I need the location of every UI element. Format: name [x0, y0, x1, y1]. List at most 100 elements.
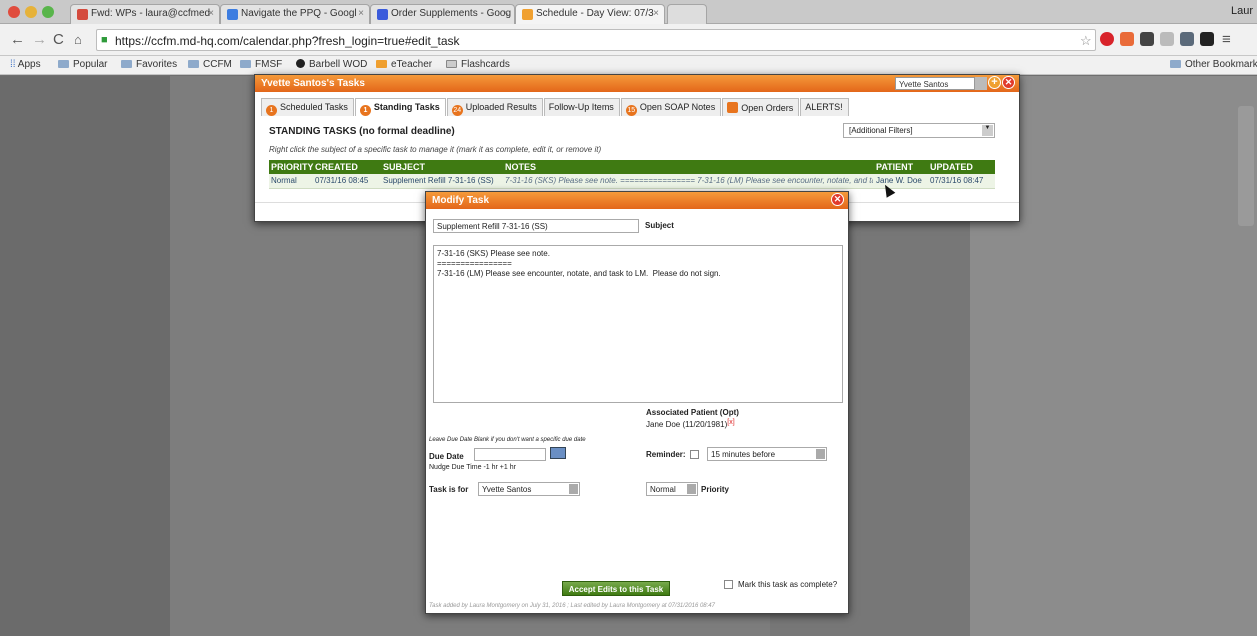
nudge-due-time[interactable]: Nudge Due Time -1 hr +1 hr: [429, 464, 516, 471]
address-toolbar: ← → C ⌂ ■ https://ccfm.md-hq.com/calendar…: [0, 24, 1257, 56]
folder-icon: [240, 60, 251, 68]
col-notes[interactable]: NOTES: [505, 162, 536, 172]
due-date-input[interactable]: [474, 448, 546, 461]
browser-tab-order[interactable]: Order Supplements - Goog ×: [370, 4, 515, 24]
reload-icon[interactable]: C: [53, 31, 64, 48]
table-header: PRIORITY CREATED SUBJECT NOTES PATIENT U…: [269, 160, 995, 174]
cell-subject[interactable]: Supplement Refill 7-31-16 (SS): [383, 176, 494, 185]
close-icon[interactable]: ✕: [1002, 76, 1015, 89]
task-for-label: Task is for: [429, 485, 469, 494]
extension-icon[interactable]: [1160, 32, 1174, 46]
mark-complete-checkbox[interactable]: [724, 580, 733, 589]
minimize-window-icon[interactable]: [25, 6, 37, 18]
user-select[interactable]: Yvette Santos: [895, 77, 975, 90]
assoc-patient-value: Jane Doe (11/20/1981)[x]: [646, 419, 735, 429]
section-title: STANDING TASKS (no formal deadline): [269, 126, 455, 137]
bookmark-fmsf[interactable]: FMSF: [240, 59, 282, 70]
accept-edits-button[interactable]: Accept Edits to this Task: [562, 581, 670, 596]
subject-label: Subject: [645, 221, 674, 230]
bookmark-flashcards[interactable]: Flashcards: [446, 59, 510, 70]
additional-filters-select[interactable]: [Additional Filters] ▼: [843, 123, 995, 138]
close-tab-icon[interactable]: ×: [358, 8, 364, 19]
modify-task-dialog: Modify Task ✕ Supplement Refill 7-31-16 …: [425, 191, 849, 614]
bookmark-other[interactable]: Other Bookmarks: [1170, 59, 1257, 70]
menu-icon[interactable]: ≡: [1222, 31, 1231, 48]
close-icon[interactable]: ✕: [831, 193, 844, 206]
chevron-down-icon: ▼: [982, 125, 993, 136]
zoom-window-icon[interactable]: [42, 6, 54, 18]
tab-standing-tasks[interactable]: 1 Standing Tasks: [354, 98, 446, 116]
col-subject[interactable]: SUBJECT: [383, 162, 425, 172]
add-icon[interactable]: +: [988, 76, 1001, 89]
home-icon[interactable]: ⌂: [74, 32, 82, 47]
extension-icon[interactable]: [1180, 32, 1194, 46]
new-tab-button[interactable]: [667, 4, 707, 24]
bookmark-ccfm[interactable]: CCFM: [188, 59, 232, 70]
bookmark-popular[interactable]: Popular: [58, 59, 107, 70]
col-updated[interactable]: UPDATED: [930, 162, 973, 172]
tab-scheduled-tasks[interactable]: 1 Scheduled Tasks: [261, 98, 354, 116]
profile-name[interactable]: Laur: [1231, 5, 1253, 17]
modify-task-header: Modify Task ✕: [426, 192, 848, 209]
folder-icon: [121, 60, 132, 68]
remove-patient-icon[interactable]: [x]: [727, 419, 734, 426]
tab-alerts[interactable]: ALERTS!: [800, 98, 849, 116]
count-badge: 1: [266, 105, 277, 116]
extension-icon[interactable]: [1120, 32, 1134, 46]
docs-icon: [377, 9, 388, 20]
bookmark-apps[interactable]: ⁞⁞ Apps: [10, 59, 41, 70]
count-badge: 15: [625, 105, 637, 116]
tab-open-orders[interactable]: Open Orders: [722, 98, 800, 116]
forward-icon[interactable]: →: [32, 31, 47, 48]
folder-icon: [58, 60, 69, 68]
subject-input[interactable]: Supplement Refill 7-31-16 (SS): [433, 219, 639, 233]
reminder-select[interactable]: 15 minutes before: [707, 447, 827, 461]
tasks-panel-header: Yvette Santos's Tasks Yvette Santos + ✕: [255, 75, 1019, 92]
browser-tab-ppq[interactable]: Navigate the PPQ - Googl ×: [220, 4, 370, 24]
notes-textarea[interactable]: 7-31-16 (SKS) Please see note. =========…: [433, 245, 843, 403]
tab-uploaded-results[interactable]: 24 Uploaded Results: [446, 98, 543, 116]
priority-select[interactable]: Normal: [646, 482, 698, 496]
assoc-patient-label: Associated Patient (Opt): [646, 408, 739, 417]
due-date-label: Due Date: [429, 452, 464, 461]
drive-icon: [227, 9, 238, 20]
cell-notes: 7-31-16 (SKS) Please see note. =========…: [505, 176, 873, 185]
calendar-icon[interactable]: [550, 447, 566, 459]
bookmarks-bar: ⁞⁞ Apps Popular Favorites CCFM FMSF Barb…: [0, 56, 1257, 75]
cell-patient[interactable]: Jane W. Doe: [876, 176, 922, 185]
count-badge: 24: [451, 105, 463, 116]
tab-follow-up-items[interactable]: Follow-Up Items: [543, 98, 620, 116]
close-tab-icon[interactable]: ×: [503, 8, 509, 19]
pinterest-icon[interactable]: [1100, 32, 1114, 46]
col-patient[interactable]: PATIENT: [876, 162, 913, 172]
bookmark-barbell-wod[interactable]: Barbell WOD: [296, 59, 367, 70]
col-created[interactable]: CREATED: [315, 162, 358, 172]
reminder-checkbox[interactable]: [690, 450, 699, 459]
cell-priority: Normal: [271, 176, 297, 185]
task-for-select[interactable]: Yvette Santos: [478, 482, 580, 496]
close-window-icon[interactable]: [8, 6, 20, 18]
side-scroll-tab[interactable]: [1238, 106, 1254, 226]
close-tab-icon[interactable]: ×: [653, 8, 659, 19]
user-select-arrow-icon[interactable]: [975, 77, 987, 90]
tab-open-soap-notes[interactable]: 15 Open SOAP Notes: [620, 98, 722, 116]
browser-tab-strip: Fwd: WPs - laura@ccfmed × Navigate the PP…: [0, 0, 1257, 24]
back-icon[interactable]: ←: [10, 31, 25, 48]
extension-icon[interactable]: [1200, 32, 1214, 46]
chevron-down-icon: [569, 484, 578, 494]
url-bar[interactable]: ■ https://ccfm.md-hq.com/calendar.php?fre…: [96, 29, 1096, 51]
close-tab-icon[interactable]: ×: [208, 8, 214, 19]
bookmark-eteacher[interactable]: eTeacher: [376, 59, 432, 70]
extension-icon[interactable]: [1140, 32, 1154, 46]
count-badge: 1: [359, 105, 371, 116]
bookmark-star-icon[interactable]: ☆: [1080, 33, 1092, 49]
col-priority[interactable]: PRIORITY: [271, 162, 314, 172]
section-hint: Right click the subject of a specific ta…: [269, 145, 602, 154]
eteacher-icon: [376, 60, 387, 68]
folder-icon: [188, 60, 199, 68]
apps-grid-icon: ⁞⁞: [10, 59, 18, 70]
browser-tab-gmail[interactable]: Fwd: WPs - laura@ccfmed ×: [70, 4, 220, 24]
browser-tab-schedule[interactable]: Schedule - Day View: 07/3 ×: [515, 4, 665, 24]
mdhq-icon: [522, 9, 533, 20]
bookmark-favorites[interactable]: Favorites: [121, 59, 177, 70]
